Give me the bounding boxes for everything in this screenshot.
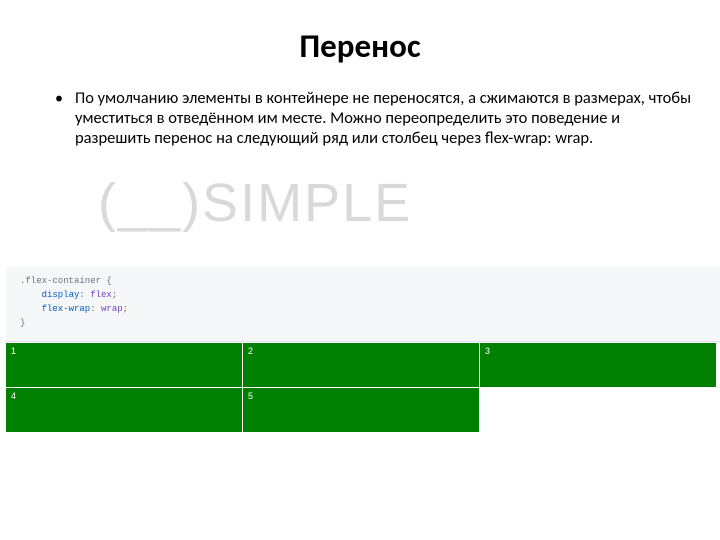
code-example: .flex-container { display: flex; flex-wr… [6, 267, 720, 432]
watermark: (__)SIMPLE [98, 172, 412, 234]
watermark-text: SIMPLE [202, 173, 412, 233]
code-prop-flexwrap: flex-wrap [20, 304, 90, 314]
bullet-text: По умолчанию элементы в контейнере не пе… [75, 88, 692, 148]
watermark-open: ( [98, 173, 118, 233]
code-close: } [20, 318, 25, 328]
watermark-underscore: __ [118, 173, 182, 233]
bullet-marker: • [55, 88, 63, 110]
demo-box: 4 [6, 388, 242, 432]
flex-demo: 1 2 3 4 5 [6, 342, 720, 432]
demo-box: 5 [243, 388, 479, 432]
code-selector: .flex-container { [20, 276, 112, 286]
code-val-flex: flex [90, 290, 112, 300]
code-block: .flex-container { display: flex; flex-wr… [6, 267, 720, 342]
code-prop-display: display [20, 290, 79, 300]
slide-title: Перенос [0, 26, 720, 66]
code-val-wrap: wrap [101, 304, 123, 314]
demo-box: 2 [243, 343, 479, 387]
demo-box: 3 [480, 343, 716, 387]
bullet-item: • По умолчанию элементы в контейнере не … [0, 88, 720, 148]
watermark-close: ) [182, 173, 202, 233]
demo-box: 1 [6, 343, 242, 387]
